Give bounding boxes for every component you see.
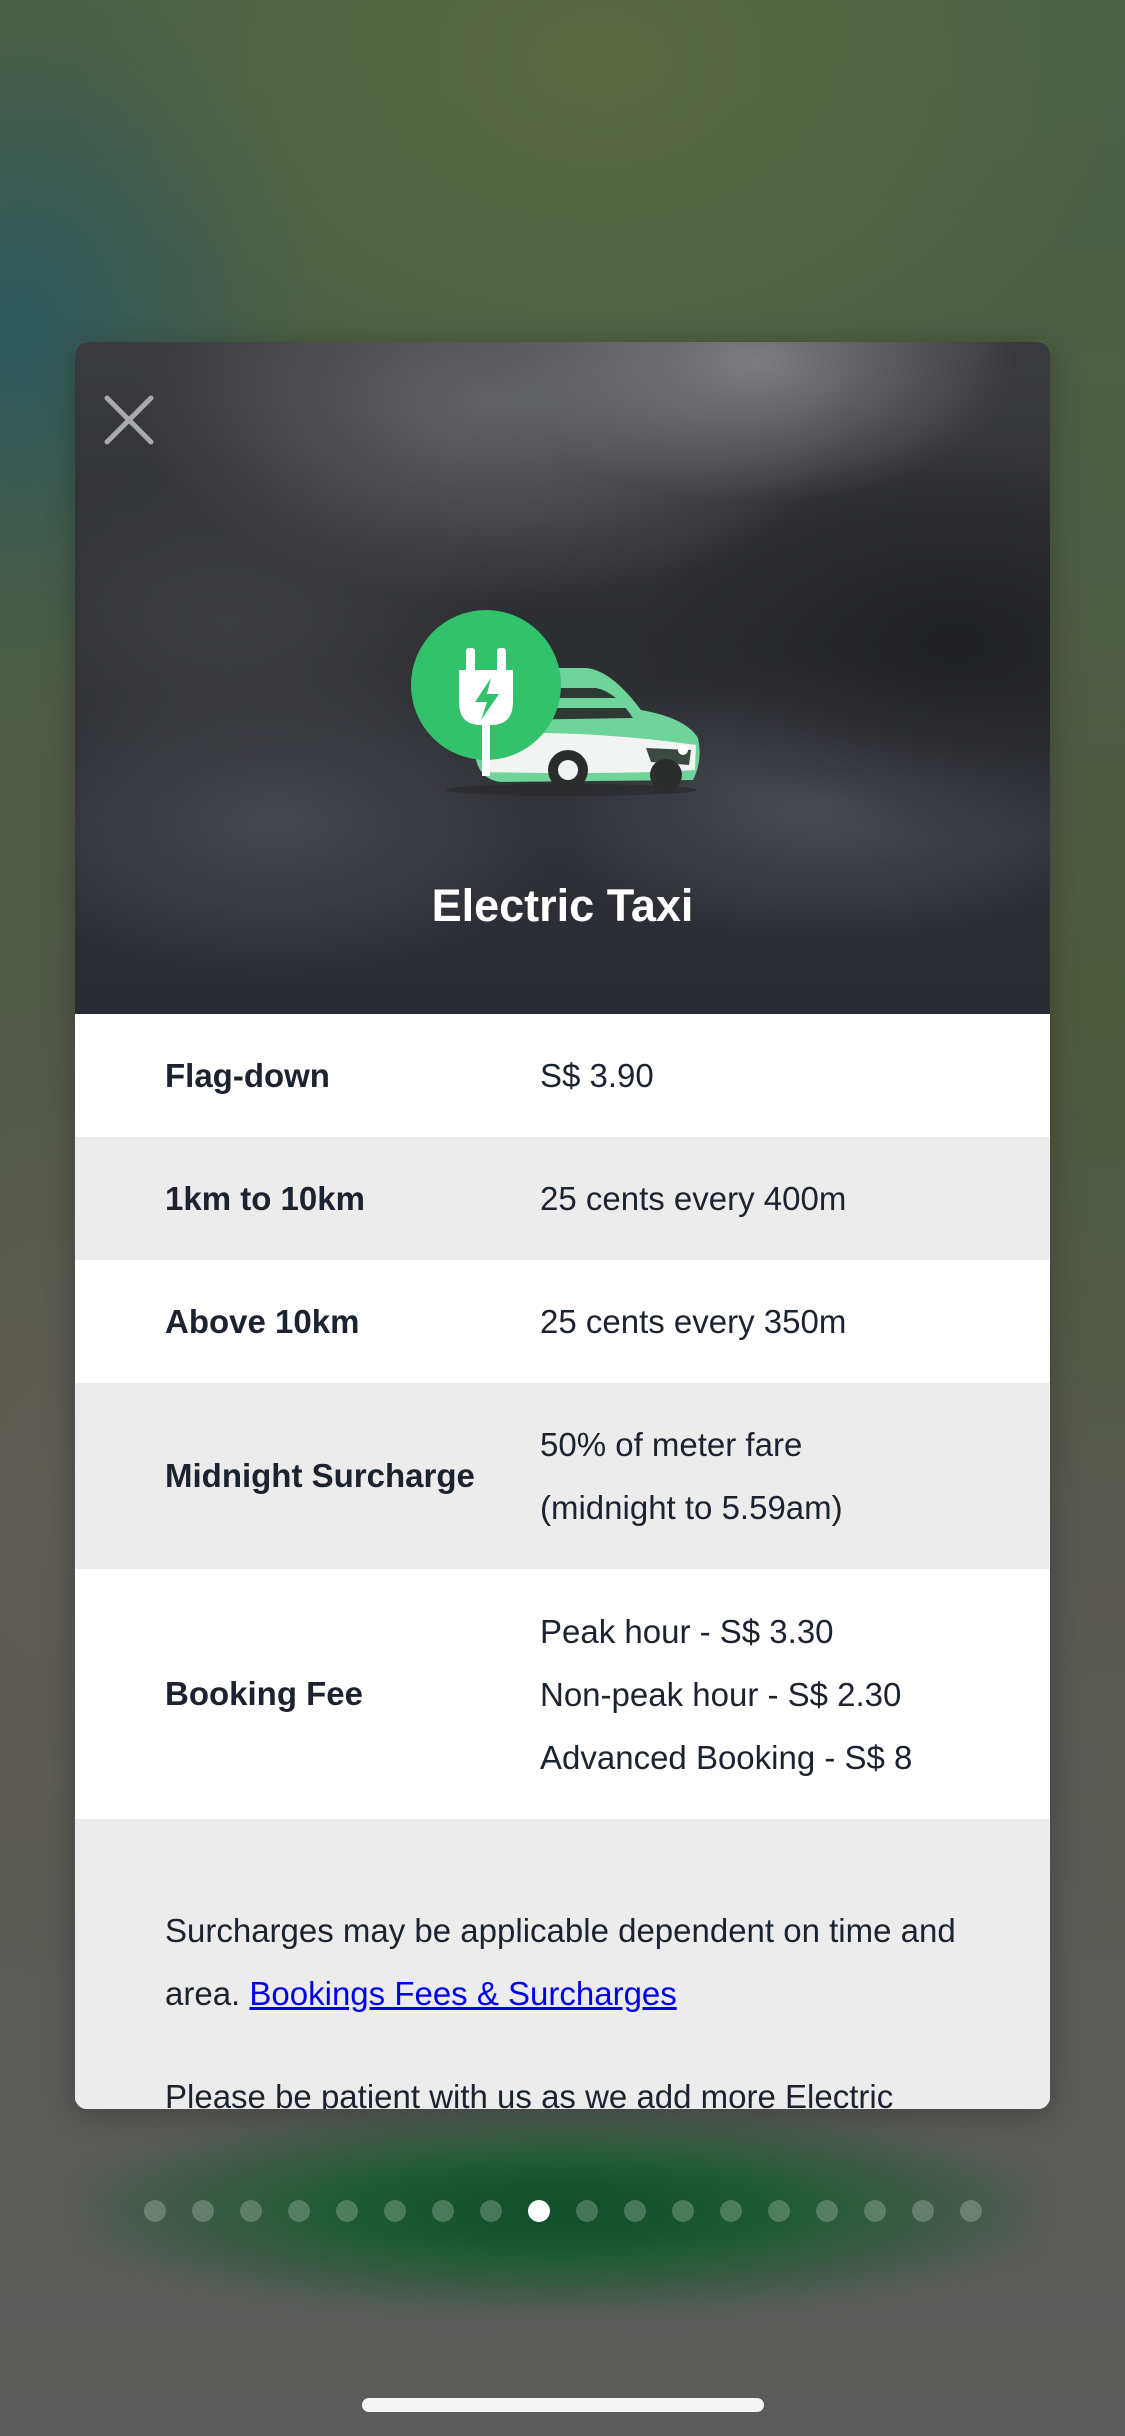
fare-value-line: Peak hour - S$ 3.30 — [540, 1612, 834, 1650]
fare-value: S$ 3.90 — [540, 1044, 1050, 1107]
page-dot[interactable] — [767, 2200, 790, 2222]
page-dot[interactable] — [863, 2200, 886, 2222]
page-dot[interactable] — [479, 2200, 502, 2222]
close-icon — [104, 395, 154, 445]
page-dot[interactable] — [815, 2200, 838, 2222]
fare-value-line: Non-peak hour - S$ 2.30 — [540, 1675, 902, 1713]
page-dot[interactable] — [143, 2200, 166, 2222]
fare-table: Flag-down S$ 3.90 1km to 10km 25 cents e… — [75, 1014, 1050, 1819]
fare-label: Booking Fee — [165, 1675, 364, 1712]
fare-value-line: Advanced Booking - S$ 8 — [540, 1738, 913, 1776]
page-dot[interactable] — [623, 2200, 646, 2222]
fare-notes: Surcharges may be applicable dependent o… — [75, 1819, 1050, 2109]
bookings-fees-surcharges-link[interactable]: Bookings Fees & Surcharges — [249, 1975, 676, 2012]
fare-row-above-10km: Above 10km 25 cents every 350m — [75, 1260, 1050, 1383]
page-indicator — [0, 2200, 1125, 2224]
page-dot[interactable] — [719, 2200, 742, 2222]
page-dot[interactable] — [911, 2200, 934, 2222]
page-dot[interactable] — [287, 2200, 310, 2222]
page-dot[interactable] — [959, 2200, 982, 2222]
home-indicator[interactable] — [362, 2398, 764, 2412]
patience-note: Please be patient with us as we add more… — [165, 2078, 894, 2109]
fare-value-line: 25 cents every 400m — [540, 1180, 847, 1217]
fare-label: Above 10km — [165, 1302, 360, 1340]
fare-value: Peak hour - S$ 3.30 Non-peak hour - S$ 2… — [540, 1600, 1050, 1789]
page-dot[interactable] — [191, 2200, 214, 2222]
surcharge-note: Surcharges may be applicable dependent o… — [165, 1899, 960, 2025]
page-dot[interactable] — [383, 2200, 406, 2222]
fare-label: 1km to 10km — [165, 1179, 365, 1217]
fare-row-1km-to-10km: 1km to 10km 25 cents every 400m — [75, 1137, 1050, 1260]
fare-value-line: S$ 3.90 — [540, 1057, 654, 1094]
modal-hero: Electric Taxi — [75, 342, 1050, 1014]
page-dot-active[interactable] — [527, 2200, 550, 2222]
close-button[interactable] — [101, 392, 157, 448]
fare-row-midnight-surcharge: Midnight Surcharge 50% of meter fare (mi… — [75, 1383, 1050, 1569]
page-dot[interactable] — [575, 2200, 598, 2222]
fare-value-line: 25 cents every 350m — [540, 1303, 847, 1340]
fare-row-booking-fee: Booking Fee Peak hour - S$ 3.30 Non-peak… — [75, 1569, 1050, 1819]
fare-value-line: (midnight to 5.59am) — [540, 1489, 843, 1526]
electric-taxi-icon — [411, 610, 700, 796]
fare-label: Flag-down — [165, 1056, 330, 1094]
fare-value-line: 50% of meter fare — [540, 1426, 803, 1463]
page-dot[interactable] — [239, 2200, 262, 2222]
fare-value: 25 cents every 400m — [540, 1167, 1050, 1230]
modal-title: Electric Taxi — [431, 880, 694, 931]
page-dot[interactable] — [671, 2200, 694, 2222]
fare-info-modal: Electric Taxi Flag-down S$ 3.90 1km to 1… — [75, 342, 1050, 2109]
fare-label: Midnight Surcharge — [165, 1457, 475, 1494]
fare-row-flag-down: Flag-down S$ 3.90 — [75, 1014, 1050, 1137]
page-dot[interactable] — [431, 2200, 454, 2222]
fare-value: 50% of meter fare (midnight to 5.59am) — [540, 1413, 1050, 1539]
fare-value: 25 cents every 350m — [540, 1290, 1050, 1353]
page-dot[interactable] — [335, 2200, 358, 2222]
